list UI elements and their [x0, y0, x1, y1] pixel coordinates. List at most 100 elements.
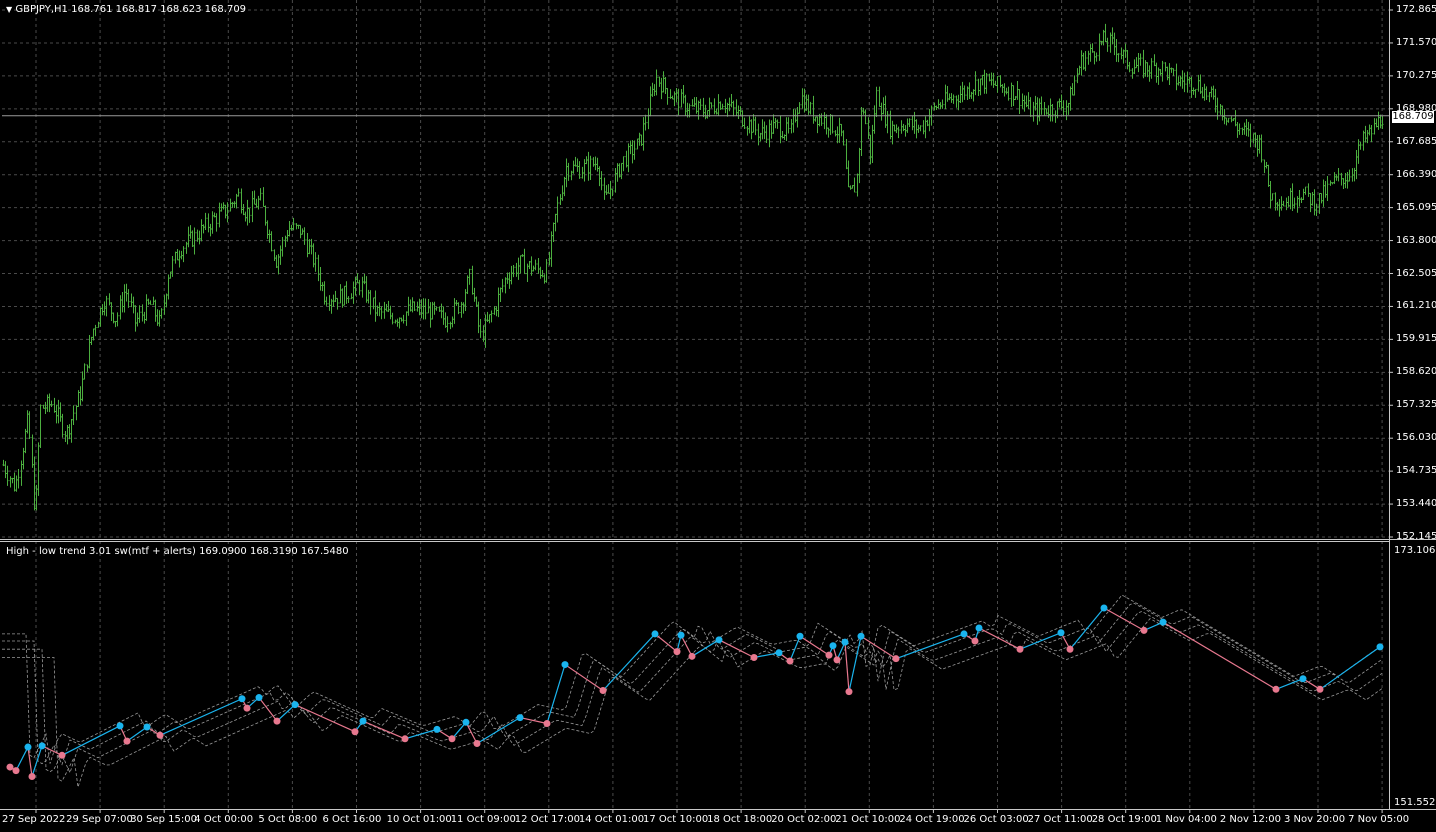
swing-dot-high: [462, 718, 470, 726]
swing-segment: [258, 697, 278, 722]
swing-dot-low: [1272, 685, 1280, 693]
swing-dot-high: [38, 742, 46, 750]
chart-canvas[interactable]: [0, 0, 1436, 832]
time-label: 6 Oct 16:00: [322, 814, 382, 825]
chart-menu-arrow-icon[interactable]: ▼: [6, 5, 12, 14]
swing-segment: [564, 664, 604, 691]
swing-dot-high: [1159, 618, 1167, 626]
time-label: 20 Oct 02:00: [771, 814, 837, 825]
swing-dot-high: [516, 714, 524, 722]
swing-segment: [31, 745, 43, 777]
time-label: 3 Nov 20:00: [1284, 814, 1346, 825]
swing-dot-low: [351, 728, 359, 736]
swing-dot-high: [24, 743, 32, 751]
swing-dot-low: [543, 719, 551, 727]
price-label: 152.145: [1396, 531, 1436, 542]
swing-dot-low: [825, 651, 833, 659]
time-label: 29 Sep 07:00: [66, 814, 133, 825]
time-label: 14 Oct 01:00: [578, 814, 645, 825]
swing-segment: [519, 717, 548, 725]
price-label: 158.620: [1396, 366, 1436, 378]
swing-dot-low: [892, 655, 900, 663]
swing-segment: [1319, 646, 1381, 690]
indicator-grid: [35, 541, 1383, 808]
band-line: [2, 602, 1383, 766]
swing-segment: [602, 633, 656, 691]
swing-segment: [718, 639, 755, 659]
swing-dot-high: [1100, 604, 1108, 612]
swing-dot-low: [1016, 645, 1024, 653]
price-candles: [2, 23, 1384, 511]
price-label: 166.390: [1396, 168, 1436, 180]
swing-dot-high: [651, 630, 659, 638]
swing-dot-low: [845, 688, 853, 696]
price-label: 162.505: [1396, 267, 1436, 279]
time-label: 7 Nov 05:00: [1348, 814, 1410, 825]
swing-dot-high: [841, 638, 849, 646]
time-label: 12 Oct 17:00: [514, 814, 580, 825]
swing-dot-low: [401, 735, 409, 743]
price-label: 165.095: [1396, 201, 1436, 213]
main-title-text: GBPJPY,H1 168.761 168.817 168.623 168.70…: [15, 4, 247, 15]
time-label: 26 Oct 03:00: [963, 814, 1029, 825]
time-label: 18 Oct 18:00: [707, 814, 773, 825]
swing-dot-low: [750, 653, 758, 661]
price-label: 156.030: [1396, 432, 1436, 444]
time-label: 17 Oct 10:00: [643, 814, 709, 825]
price-label: 172.865: [1396, 4, 1436, 15]
swing-dot-low: [1140, 626, 1148, 634]
swing-dot-low: [6, 763, 14, 771]
swing-dot-low: [28, 773, 36, 781]
swing-segment: [753, 652, 780, 659]
swing-segment: [895, 633, 965, 660]
time-label: 5 Oct 08:00: [258, 814, 318, 825]
pane-frames: [0, 0, 1436, 813]
indicator-bands: [2, 594, 1383, 788]
swing-dot-high: [715, 636, 723, 644]
time-label: 1 Nov 04:00: [1155, 814, 1217, 825]
price-label: 157.325: [1396, 399, 1436, 411]
time-label: 27 Oct 11:00: [1027, 814, 1093, 825]
swing-dot-low: [599, 686, 607, 694]
swing-dot-low: [1316, 685, 1324, 693]
swing-dot-low: [1066, 645, 1074, 653]
swing-segment: [978, 627, 1021, 650]
swing-dot-low: [786, 657, 794, 665]
swing-dot-low: [473, 740, 481, 748]
swing-dot-high: [291, 701, 299, 709]
band-line: [2, 594, 1383, 764]
swing-dot-low: [273, 717, 281, 725]
price-label: 171.570: [1396, 36, 1436, 48]
swing-dot-low: [58, 751, 66, 759]
price-label: 159.915: [1396, 333, 1436, 345]
swing-dot-high: [255, 694, 263, 702]
swing-segment: [848, 636, 862, 692]
swing-dot-high: [1057, 629, 1065, 637]
swing-dot-high: [975, 624, 983, 632]
swing-dot-low: [243, 704, 251, 712]
swing-segment: [654, 633, 678, 653]
swing-dot-high: [433, 725, 441, 733]
price-label: 161.210: [1396, 300, 1436, 312]
swing-dot-high: [775, 649, 783, 657]
price-label: 163.800: [1396, 234, 1436, 246]
swing-dot-high: [857, 632, 865, 640]
time-label: 2 Nov 12:00: [1219, 814, 1281, 825]
price-label: 154.735: [1396, 465, 1436, 477]
swing-dot-high: [796, 632, 804, 640]
time-label: 28 Oct 19:00: [1091, 814, 1157, 825]
time-label: 4 Oct 00:00: [194, 814, 254, 825]
time-label: 27 Sep 2022: [2, 814, 66, 825]
swing-dot-low: [971, 637, 979, 645]
swing-dot-high: [1299, 675, 1307, 683]
swing-dot-high: [1376, 643, 1384, 651]
swing-segment: [1069, 607, 1105, 650]
indicator-bottom-label: 151.5525: [1394, 797, 1436, 808]
swing-dot-low: [123, 737, 131, 745]
time-label: 11 Oct 09:00: [450, 814, 516, 825]
price-label: 153.440: [1396, 498, 1436, 510]
swing-dot-low: [156, 731, 164, 739]
swing-dot-low: [673, 648, 681, 656]
time-label: 24 Oct 19:00: [899, 814, 965, 825]
time-label: 10 Oct 01:00: [386, 814, 452, 825]
